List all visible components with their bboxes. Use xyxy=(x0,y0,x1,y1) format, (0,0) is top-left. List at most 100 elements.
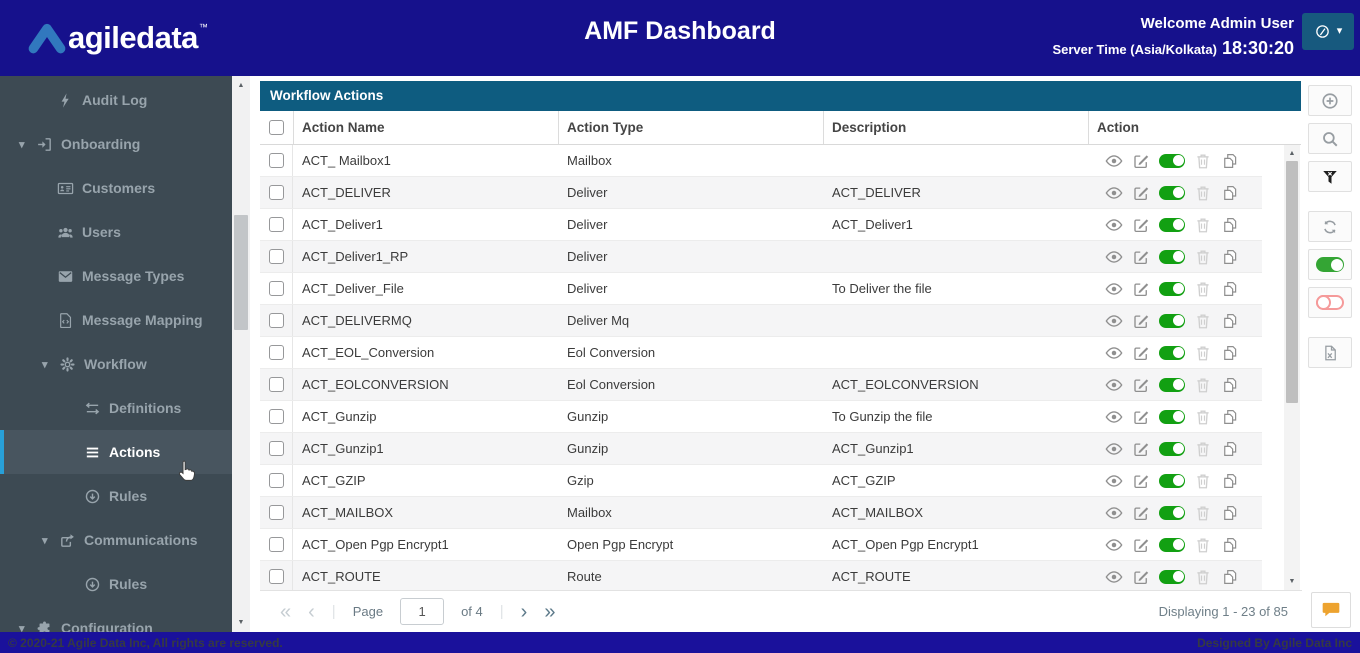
copy-icon[interactable] xyxy=(1221,408,1239,426)
copy-icon[interactable] xyxy=(1221,376,1239,394)
sidebar-item-rules[interactable]: Rules xyxy=(0,474,232,518)
delete-icon[interactable] xyxy=(1194,504,1212,522)
table-row[interactable]: ACT_GunzipGunzipTo Gunzip the file xyxy=(260,401,1262,433)
sidebar-scrollbar[interactable]: ▲ ▼ xyxy=(232,76,250,632)
chat-button[interactable] xyxy=(1311,592,1351,628)
status-toggle-on[interactable] xyxy=(1159,282,1185,296)
copy-icon[interactable] xyxy=(1221,152,1239,170)
scroll-down-icon[interactable]: ▼ xyxy=(1284,578,1300,585)
status-toggle-on[interactable] xyxy=(1159,186,1185,200)
sidebar-item-audit-log[interactable]: Audit Log xyxy=(0,78,232,122)
row-checkbox[interactable] xyxy=(269,281,284,296)
table-row[interactable]: ACT_EOLCONVERSIONEol ConversionACT_EOLCO… xyxy=(260,369,1262,401)
row-checkbox[interactable] xyxy=(269,441,284,456)
status-toggle-on[interactable] xyxy=(1159,346,1185,360)
status-toggle-on[interactable] xyxy=(1159,538,1185,552)
delete-icon[interactable] xyxy=(1194,376,1212,394)
delete-icon[interactable] xyxy=(1194,280,1212,298)
view-icon[interactable] xyxy=(1105,408,1123,426)
delete-icon[interactable] xyxy=(1194,152,1212,170)
disable-toggle-button[interactable] xyxy=(1308,287,1352,318)
scroll-up-icon[interactable]: ▲ xyxy=(1284,150,1300,157)
edit-icon[interactable] xyxy=(1132,280,1150,298)
copy-icon[interactable] xyxy=(1221,216,1239,234)
export-excel-button[interactable] xyxy=(1308,337,1352,368)
view-icon[interactable] xyxy=(1105,536,1123,554)
sidebar-item-customers[interactable]: Customers xyxy=(0,166,232,210)
column-header-description[interactable]: Description xyxy=(823,111,1088,144)
table-row[interactable]: ACT_DELIVERMQDeliver Mq xyxy=(260,305,1262,337)
edit-icon[interactable] xyxy=(1132,536,1150,554)
copy-icon[interactable] xyxy=(1221,312,1239,330)
row-checkbox[interactable] xyxy=(269,505,284,520)
status-toggle-on[interactable] xyxy=(1159,442,1185,456)
sidebar-item-configuration[interactable]: ▾Configuration xyxy=(0,606,232,632)
row-checkbox[interactable] xyxy=(269,217,284,232)
status-toggle-on[interactable] xyxy=(1159,570,1185,584)
sidebar-item-message-types[interactable]: Message Types xyxy=(0,254,232,298)
delete-icon[interactable] xyxy=(1194,568,1212,586)
prev-page-button[interactable]: ‹ xyxy=(308,602,315,622)
table-scrollbar[interactable]: ▲ ▼ xyxy=(1284,145,1300,590)
table-row[interactable]: ACT_Deliver_FileDeliverTo Deliver the fi… xyxy=(260,273,1262,305)
row-checkbox[interactable] xyxy=(269,249,284,264)
edit-icon[interactable] xyxy=(1132,376,1150,394)
scroll-down-icon[interactable]: ▼ xyxy=(232,619,250,626)
edit-icon[interactable] xyxy=(1132,312,1150,330)
table-row[interactable]: ACT_ Mailbox1Mailbox xyxy=(260,145,1262,177)
status-toggle-on[interactable] xyxy=(1159,410,1185,424)
status-toggle-on[interactable] xyxy=(1159,218,1185,232)
view-icon[interactable] xyxy=(1105,216,1123,234)
filter-button[interactable] xyxy=(1308,161,1352,192)
next-page-button[interactable]: › xyxy=(521,602,528,622)
row-checkbox[interactable] xyxy=(269,377,284,392)
copy-icon[interactable] xyxy=(1221,568,1239,586)
enable-toggle-button[interactable] xyxy=(1308,249,1352,280)
table-row[interactable]: ACT_Gunzip1GunzipACT_Gunzip1 xyxy=(260,433,1262,465)
row-checkbox[interactable] xyxy=(269,409,284,424)
copy-icon[interactable] xyxy=(1221,280,1239,298)
table-scrollbar-thumb[interactable] xyxy=(1286,161,1298,403)
select-all-checkbox[interactable] xyxy=(269,120,284,135)
copy-icon[interactable] xyxy=(1221,248,1239,266)
sidebar-item-onboarding[interactable]: ▾Onboarding xyxy=(0,122,232,166)
edit-icon[interactable] xyxy=(1132,184,1150,202)
delete-icon[interactable] xyxy=(1194,536,1212,554)
view-icon[interactable] xyxy=(1105,248,1123,266)
column-header-action[interactable]: Action xyxy=(1088,111,1301,144)
sidebar-scrollbar-thumb[interactable] xyxy=(234,215,248,330)
first-page-button[interactable]: « xyxy=(280,602,291,622)
view-icon[interactable] xyxy=(1105,504,1123,522)
delete-icon[interactable] xyxy=(1194,344,1212,362)
column-header-action-type[interactable]: Action Type xyxy=(558,111,823,144)
view-icon[interactable] xyxy=(1105,344,1123,362)
status-toggle-on[interactable] xyxy=(1159,154,1185,168)
column-header-action-name[interactable]: Action Name xyxy=(293,111,558,144)
delete-icon[interactable] xyxy=(1194,408,1212,426)
view-icon[interactable] xyxy=(1105,184,1123,202)
copy-icon[interactable] xyxy=(1221,472,1239,490)
sidebar-item-actions[interactable]: Actions xyxy=(0,430,232,474)
table-row[interactable]: ACT_DELIVERDeliverACT_DELIVER xyxy=(260,177,1262,209)
row-checkbox[interactable] xyxy=(269,345,284,360)
table-row[interactable]: ACT_ROUTERouteACT_ROUTE xyxy=(260,561,1262,590)
view-icon[interactable] xyxy=(1105,280,1123,298)
view-icon[interactable] xyxy=(1105,312,1123,330)
delete-icon[interactable] xyxy=(1194,440,1212,458)
sidebar-item-definitions[interactable]: Definitions xyxy=(0,386,232,430)
page-number-input[interactable] xyxy=(400,598,444,625)
edit-icon[interactable] xyxy=(1132,248,1150,266)
refresh-button[interactable] xyxy=(1308,211,1352,242)
sidebar-item-users[interactable]: Users xyxy=(0,210,232,254)
edit-icon[interactable] xyxy=(1132,152,1150,170)
edit-icon[interactable] xyxy=(1132,408,1150,426)
edit-icon[interactable] xyxy=(1132,472,1150,490)
table-row[interactable]: ACT_GZIPGzipACT_GZIP xyxy=(260,465,1262,497)
sidebar-item-communications[interactable]: ▾Communications xyxy=(0,518,232,562)
copy-icon[interactable] xyxy=(1221,184,1239,202)
copy-icon[interactable] xyxy=(1221,504,1239,522)
table-row[interactable]: ACT_Deliver1_RPDeliver xyxy=(260,241,1262,273)
table-row[interactable]: ACT_MAILBOXMailboxACT_MAILBOX xyxy=(260,497,1262,529)
status-toggle-on[interactable] xyxy=(1159,314,1185,328)
status-toggle-on[interactable] xyxy=(1159,250,1185,264)
